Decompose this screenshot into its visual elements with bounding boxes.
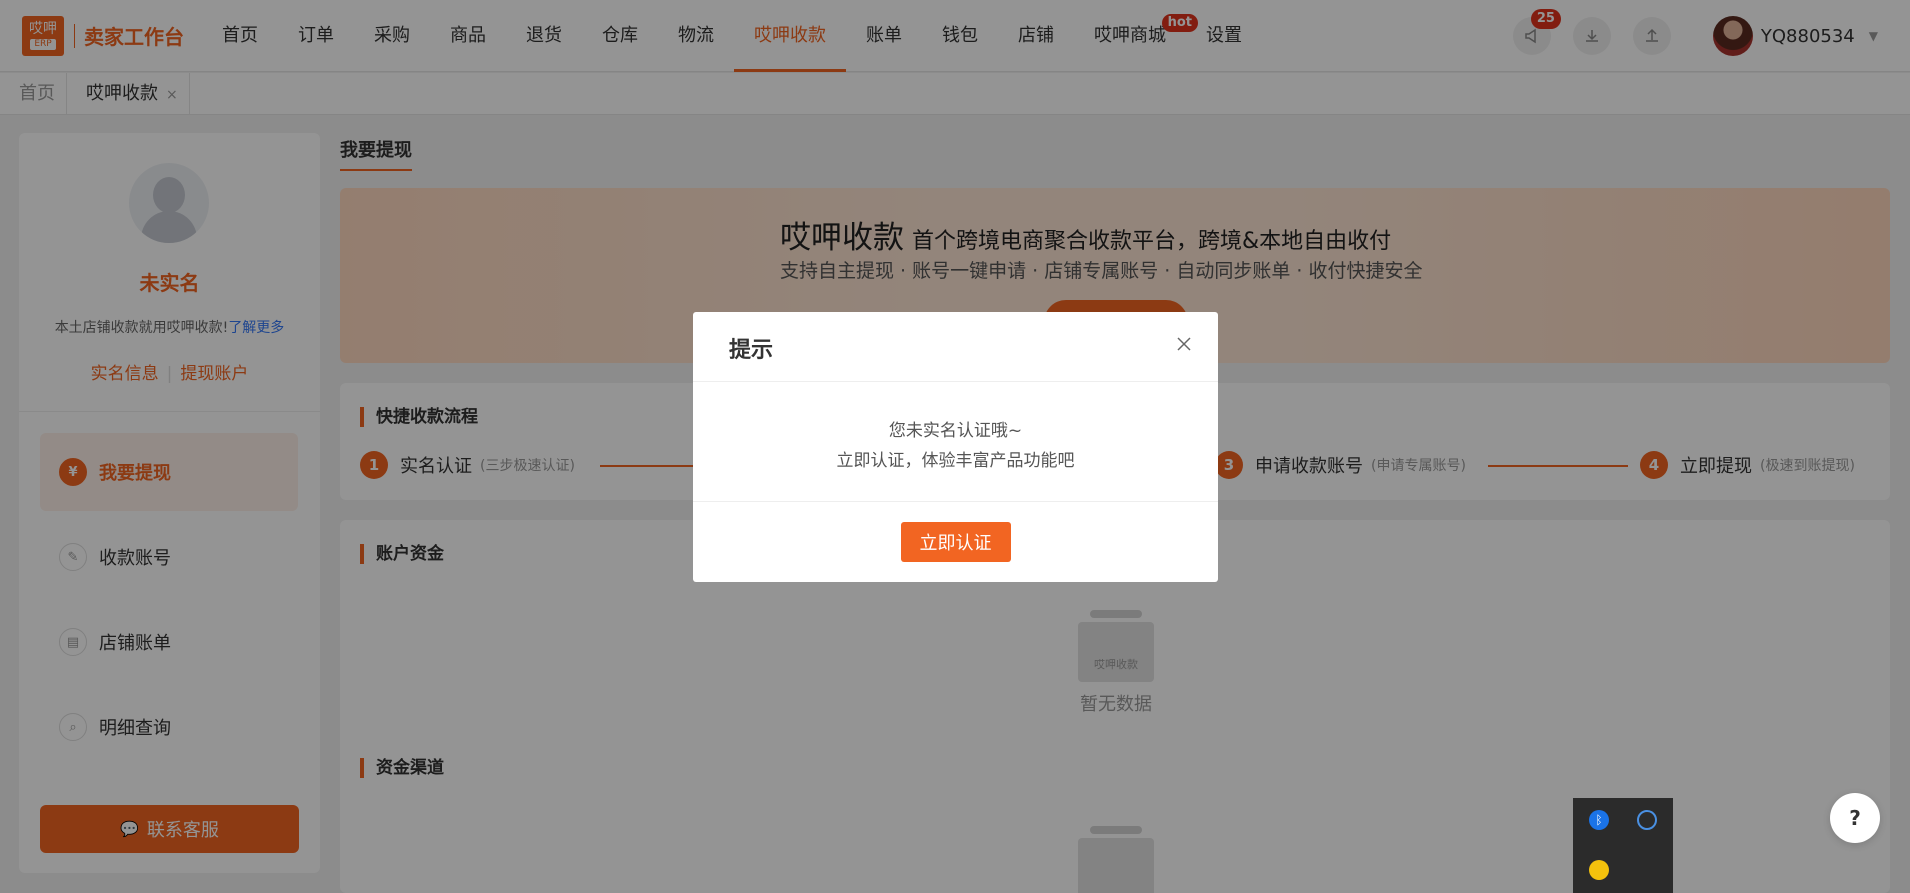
close-icon[interactable]: [1170, 330, 1198, 358]
help-button[interactable]: ?: [1830, 793, 1880, 843]
verify-now-button[interactable]: 立即认证: [900, 522, 1011, 562]
dialog-body: 您未实名认证哦~ 立即认证，体验丰富产品功能吧: [693, 382, 1218, 502]
dialog-title: 提示: [729, 338, 774, 363]
close-glyph: [1177, 337, 1191, 351]
tip-dialog: 提示 您未实名认证哦~ 立即认证，体验丰富产品功能吧 立即认证: [693, 312, 1218, 582]
dialog-message-1: 您未实名认证哦~: [888, 421, 1023, 441]
tray-app-icon[interactable]: [1589, 860, 1609, 880]
system-tray-popup: ᛒ: [1573, 798, 1673, 893]
dialog-header: 提示: [693, 312, 1218, 382]
dialog-message-2: 立即认证，体验丰富产品功能吧: [836, 451, 1075, 471]
search-app-icon[interactable]: [1637, 810, 1657, 830]
dialog-footer: 立即认证: [693, 502, 1218, 582]
bluetooth-icon[interactable]: ᛒ: [1589, 810, 1609, 830]
